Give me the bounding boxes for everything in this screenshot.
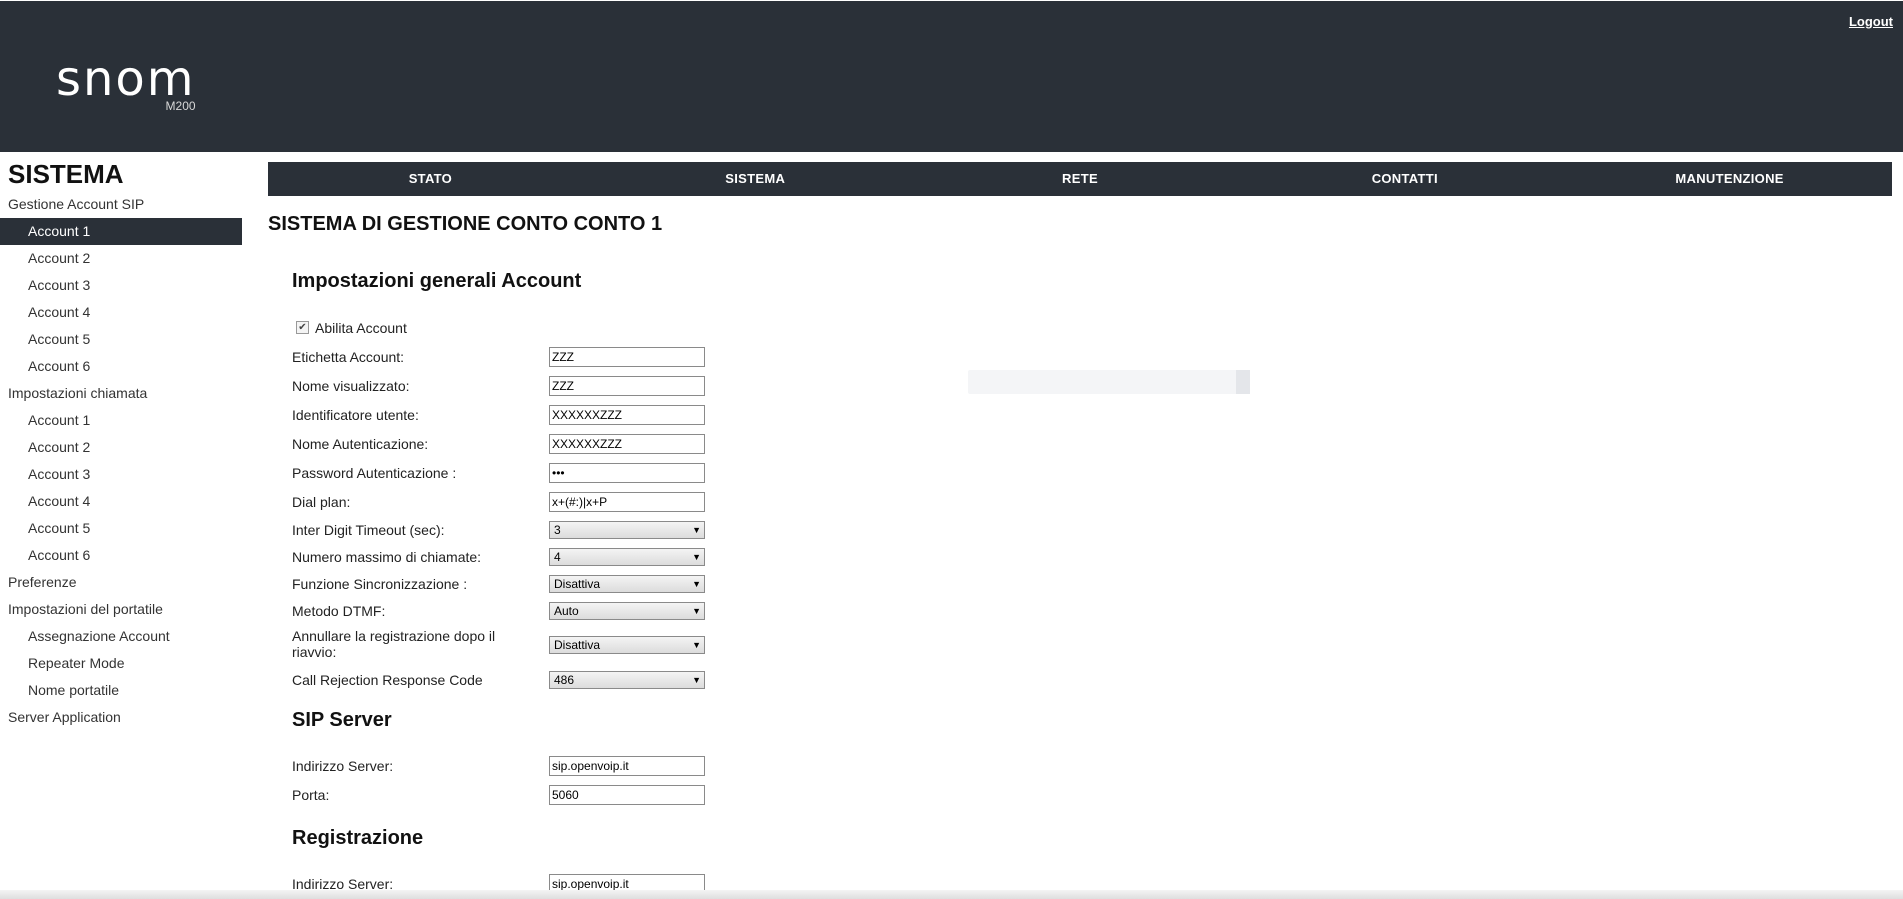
top-nav: STATO SISTEMA RETE CONTATTI MANUTENZIONE (268, 162, 1892, 196)
registration-title: Registrazione (292, 827, 424, 849)
header-bar: snom M200 Logout (0, 1, 1903, 152)
dropdown-arrow-icon: ▼ (692, 552, 701, 562)
sip-server-port-input[interactable] (549, 785, 705, 805)
reject-code-value: 486 (554, 673, 575, 687)
account-label-input[interactable] (549, 347, 705, 367)
unregister-select[interactable]: Disattiva ▼ (549, 636, 705, 654)
nav-tab-rete[interactable]: RETE (918, 162, 1243, 196)
enable-account-checkbox[interactable]: ✔ (296, 321, 309, 334)
dial-plan-input[interactable] (549, 492, 705, 512)
sidebar-item[interactable]: Account 6 (0, 353, 242, 380)
sidebar-item[interactable]: Gestione Account SIP (0, 191, 242, 218)
sidebar-item[interactable]: Account 2 (0, 245, 242, 272)
nav-tab-contatti[interactable]: CONTATTI (1242, 162, 1567, 196)
max-calls-label: Numero massimo di chiamate: (292, 549, 482, 565)
general-settings-title: Impostazioni generali Account (292, 270, 582, 292)
sip-server-port-label: Porta: (292, 787, 330, 803)
max-calls-value: 4 (554, 550, 561, 564)
max-calls-select[interactable]: 4 ▼ (549, 548, 705, 566)
logo-text: snom (56, 51, 196, 107)
sidebar-menu: Gestione Account SIP Account 1 Account 2 Ac… (0, 191, 242, 731)
user-id-input[interactable] (549, 405, 705, 425)
sidebar-item[interactable]: Assegnazione Account (0, 623, 242, 650)
dial-plan-label: Dial plan: (292, 494, 351, 510)
sip-server-address-input[interactable] (549, 756, 705, 776)
sidebar-item[interactable]: Impostazioni chiamata (0, 380, 242, 407)
unregister-label: Annullare la registrazione dopo il riavv… (292, 628, 496, 660)
dtmf-label: Metodo DTMF: (292, 603, 386, 619)
sidebar-item[interactable]: Account 4 (0, 488, 242, 515)
sidebar-item[interactable]: Account 3 (0, 272, 242, 299)
user-id-label: Identificatore utente: (292, 407, 419, 423)
sip-server-title: SIP Server (292, 709, 392, 731)
sidebar-item[interactable]: Account 3 (0, 461, 242, 488)
sidebar-item[interactable]: Account 6 (0, 542, 242, 569)
reject-code-select[interactable]: 486 ▼ (549, 671, 705, 689)
faded-tooltip-end (1236, 370, 1250, 394)
inter-digit-select[interactable]: 3 ▼ (549, 521, 705, 539)
inter-digit-value: 3 (554, 523, 561, 537)
page-title: SISTEMA DI GESTIONE CONTO CONTO 1 (268, 213, 663, 235)
auth-password-input[interactable] (549, 463, 705, 483)
sidebar-item[interactable]: Nome portatile (0, 677, 242, 704)
sync-select[interactable]: Disattiva ▼ (549, 575, 705, 593)
sidebar-item[interactable]: Account 2 (0, 434, 242, 461)
auth-name-input[interactable] (549, 434, 705, 454)
sidebar-item[interactable]: Impostazioni del portatile (0, 596, 242, 623)
logout-link[interactable]: Logout (1849, 14, 1893, 29)
sidebar-title: SISTEMA (8, 159, 124, 189)
sidebar-item[interactable]: Account 4 (0, 299, 242, 326)
inter-digit-label: Inter Digit Timeout (sec): (292, 522, 445, 538)
nav-tab-stato[interactable]: STATO (268, 162, 593, 196)
dtmf-select[interactable]: Auto ▼ (549, 602, 705, 620)
auth-name-label: Nome Autenticazione: (292, 436, 429, 452)
sidebar-item[interactable]: Repeater Mode (0, 650, 242, 677)
enable-account-label: Abilita Account (315, 320, 407, 336)
sidebar-item[interactable]: Account 5 (0, 326, 242, 353)
nav-tab-sistema[interactable]: SISTEMA (593, 162, 918, 196)
dropdown-arrow-icon: ▼ (692, 675, 701, 685)
sidebar-item[interactable]: Account 1 (0, 407, 242, 434)
sip-server-address-label: Indirizzo Server: (292, 758, 394, 774)
dropdown-arrow-icon: ▼ (692, 525, 701, 535)
display-name-input[interactable] (549, 376, 705, 396)
window-bottom-edge (0, 890, 1903, 899)
dropdown-arrow-icon: ▼ (692, 579, 701, 589)
faded-tooltip (968, 370, 1250, 394)
dtmf-value: Auto (554, 604, 579, 618)
sidebar-item[interactable]: Account 5 (0, 515, 242, 542)
sidebar-item[interactable]: Preferenze (0, 569, 242, 596)
display-name-label: Nome visualizzato: (292, 378, 410, 394)
reject-code-label: Call Rejection Response Code (292, 672, 483, 688)
sync-value: Disattiva (554, 577, 601, 591)
unregister-value: Disattiva (554, 638, 601, 652)
nav-tab-manutenzione[interactable]: MANUTENZIONE (1567, 162, 1892, 196)
logo-model: M200 (165, 99, 196, 113)
dropdown-arrow-icon: ▼ (692, 606, 701, 616)
sidebar-item[interactable]: Server Application (0, 704, 242, 731)
dropdown-arrow-icon: ▼ (692, 640, 701, 650)
sync-label: Funzione Sincronizzazione : (292, 576, 468, 592)
snom-logo: snom M200 (56, 51, 196, 113)
account-label-label: Etichetta Account: (292, 349, 405, 365)
sidebar: SISTEMA Gestione Account SIP Account 1 Acc… (0, 152, 242, 731)
auth-password-label: Password Autenticazione : (292, 465, 457, 481)
sidebar-item[interactable]: Account 1 (0, 218, 242, 245)
